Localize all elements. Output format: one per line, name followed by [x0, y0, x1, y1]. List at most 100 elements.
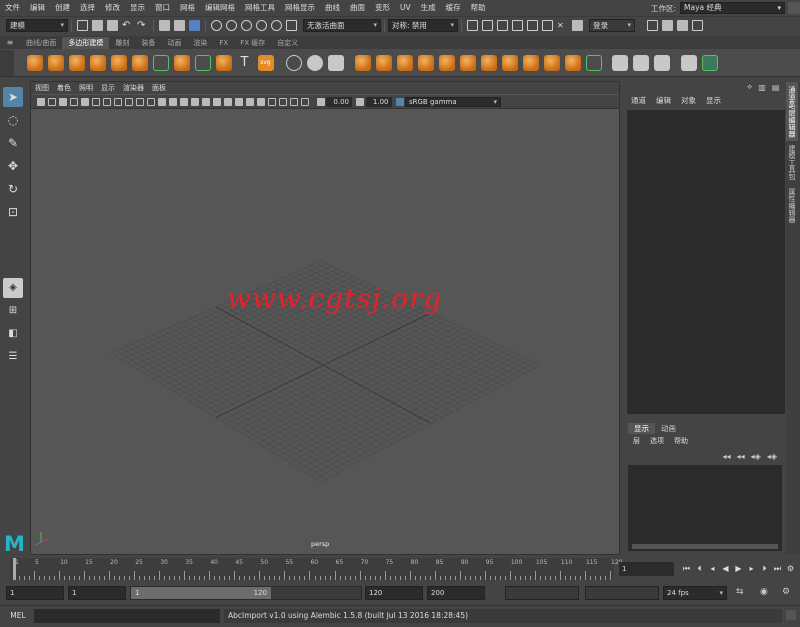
xray-joints-icon[interactable]	[290, 97, 298, 106]
motion-blur-icon[interactable]	[235, 97, 243, 106]
go-to-end-icon[interactable]: ⏭	[773, 564, 783, 574]
grid-toggle-icon[interactable]	[81, 97, 89, 106]
textured-icon[interactable]	[191, 97, 199, 106]
menu-edit-mesh[interactable]: 编辑网格	[200, 0, 240, 15]
tool-settings-toggle-icon[interactable]	[677, 20, 688, 31]
viewport-panel[interactable]: 视图 着色 照明 显示 渲染器 面板 0.00 1.00 sRGB gamma …	[30, 81, 620, 555]
image-plane-icon[interactable]	[70, 97, 78, 106]
snap-view-plane-icon[interactable]	[256, 20, 267, 31]
poly-cylinder-icon[interactable]	[68, 54, 85, 71]
character-set-field[interactable]	[505, 586, 579, 600]
shelf-tab-fx[interactable]: FX	[213, 37, 234, 49]
playblast-icon[interactable]	[542, 20, 553, 31]
shadows-icon[interactable]	[213, 97, 221, 106]
layer-menu-help[interactable]: 帮助	[669, 436, 693, 447]
panel-layout-icon[interactable]	[647, 20, 658, 31]
layer-tab-animation[interactable]: 动画	[655, 423, 682, 434]
viewport-menu-lighting[interactable]: 照明	[75, 82, 97, 94]
menu-modify[interactable]: 修改	[100, 0, 125, 15]
menu-generate[interactable]: 生成	[416, 0, 441, 15]
svg-tool-icon[interactable]: svg	[257, 54, 274, 71]
step-back-frame-icon[interactable]: ◂	[708, 564, 718, 574]
mirror-icon[interactable]	[396, 54, 413, 71]
smooth-shade-icon[interactable]	[169, 97, 177, 106]
menu-help[interactable]: 帮助	[466, 0, 491, 15]
select-object-icon[interactable]	[174, 20, 185, 31]
shelf-menu-icon[interactable]: ≡	[0, 38, 20, 47]
poly-pyramid-icon[interactable]	[194, 54, 211, 71]
resolution-gate-icon[interactable]	[103, 97, 111, 106]
text-tool-icon[interactable]: T	[237, 55, 253, 71]
layer-tab-display[interactable]: 显示	[628, 423, 655, 434]
workspace-dropdown[interactable]: Maya 经典	[680, 2, 785, 14]
channel-box-toggle-icon[interactable]	[692, 20, 703, 31]
boolean-union-icon[interactable]	[438, 54, 455, 71]
snap-grid-icon[interactable]	[211, 20, 222, 31]
new-layer-icon[interactable]: ◂◈	[751, 452, 761, 461]
script-language-toggle[interactable]: MEL	[6, 609, 30, 623]
gate-mask-icon[interactable]	[114, 97, 122, 106]
wireframe-icon[interactable]	[158, 97, 166, 106]
lock-icon[interactable]	[788, 2, 800, 14]
menu-curves[interactable]: 曲线	[320, 0, 345, 15]
lasso-tool-icon[interactable]: ◌	[3, 110, 23, 130]
color-management-icon[interactable]	[395, 97, 404, 106]
select-tool-icon[interactable]: ➤	[3, 87, 23, 107]
depth-of-field-icon[interactable]	[257, 97, 265, 106]
wireframe-on-shaded-icon[interactable]	[180, 97, 188, 106]
snap-live-icon[interactable]	[271, 20, 282, 31]
scale-tool-icon[interactable]: ⊡	[3, 202, 23, 222]
combine-icon[interactable]	[328, 54, 344, 71]
edge-loop-icon[interactable]	[633, 54, 649, 71]
symmetry-dropdown[interactable]: 对称: 禁用	[388, 19, 458, 32]
menu-display[interactable]: 显示	[125, 0, 150, 15]
viewport-menu-renderer[interactable]: 渲染器	[119, 82, 148, 94]
field-chart-icon[interactable]	[125, 97, 133, 106]
fill-hole-icon[interactable]	[522, 54, 539, 71]
range-bar[interactable]: 1 120	[130, 586, 362, 600]
multi-cut-icon[interactable]	[585, 54, 602, 71]
side-tab-channel-box[interactable]: 通道盒/层编辑器	[786, 82, 798, 142]
redo-icon[interactable]: ↷	[137, 20, 148, 31]
menu-mesh-display[interactable]: 网格显示	[280, 0, 320, 15]
poly-plane-icon[interactable]	[131, 54, 148, 71]
menu-edit[interactable]: 编辑	[25, 0, 50, 15]
command-input[interactable]	[34, 609, 220, 623]
select-component-icon[interactable]	[189, 20, 200, 31]
menu-mesh-tools[interactable]: 网格工具	[240, 0, 280, 15]
step-forward-key-icon[interactable]: ⏵	[760, 564, 770, 574]
move-tool-icon[interactable]: ✥	[3, 156, 23, 176]
exposure-icon[interactable]	[316, 97, 325, 106]
current-time-marker[interactable]	[13, 558, 16, 580]
select-camera-icon[interactable]	[37, 97, 45, 106]
loop-icon[interactable]: ⇆	[736, 587, 744, 597]
boolean-difference-icon[interactable]	[459, 54, 476, 71]
playback-end-field[interactable]: 120	[365, 586, 423, 600]
film-gate-icon[interactable]	[92, 97, 100, 106]
menu-deform[interactable]: 变形	[370, 0, 395, 15]
script-editor-icon[interactable]	[786, 610, 796, 620]
save-scene-icon[interactable]	[107, 20, 118, 31]
safe-title-icon[interactable]	[147, 97, 155, 106]
channel-box-list[interactable]	[627, 110, 785, 414]
select-hierarchy-icon[interactable]	[159, 20, 170, 31]
login-button[interactable]: 登录	[589, 19, 635, 32]
side-tab-modeling-toolkit[interactable]: 建模工具包	[786, 141, 798, 184]
xray-icon[interactable]	[279, 97, 287, 106]
menu-set-dropdown[interactable]: 建模	[6, 19, 68, 32]
super-shape-icon[interactable]	[215, 54, 232, 71]
poly-sphere-icon[interactable]	[26, 54, 43, 71]
layer-up-icon[interactable]: ◂◂	[723, 452, 731, 461]
safe-action-icon[interactable]	[136, 97, 144, 106]
uv-layout-icon[interactable]	[701, 54, 718, 71]
attribute-editor-toggle-icon[interactable]	[662, 20, 673, 31]
camera-icon[interactable]	[572, 20, 583, 31]
camera-attributes-icon[interactable]	[48, 97, 56, 106]
animation-end-field[interactable]: 200	[427, 586, 485, 600]
auto-key-icon[interactable]: ◉	[760, 587, 768, 597]
uv-editor-icon[interactable]	[680, 54, 697, 71]
time-slider-options-icon[interactable]: ⚙	[786, 564, 796, 574]
four-view-layout-icon[interactable]: ⊞	[3, 301, 23, 321]
poly-cone-icon[interactable]	[89, 54, 106, 71]
xray-components-icon[interactable]	[301, 97, 309, 106]
